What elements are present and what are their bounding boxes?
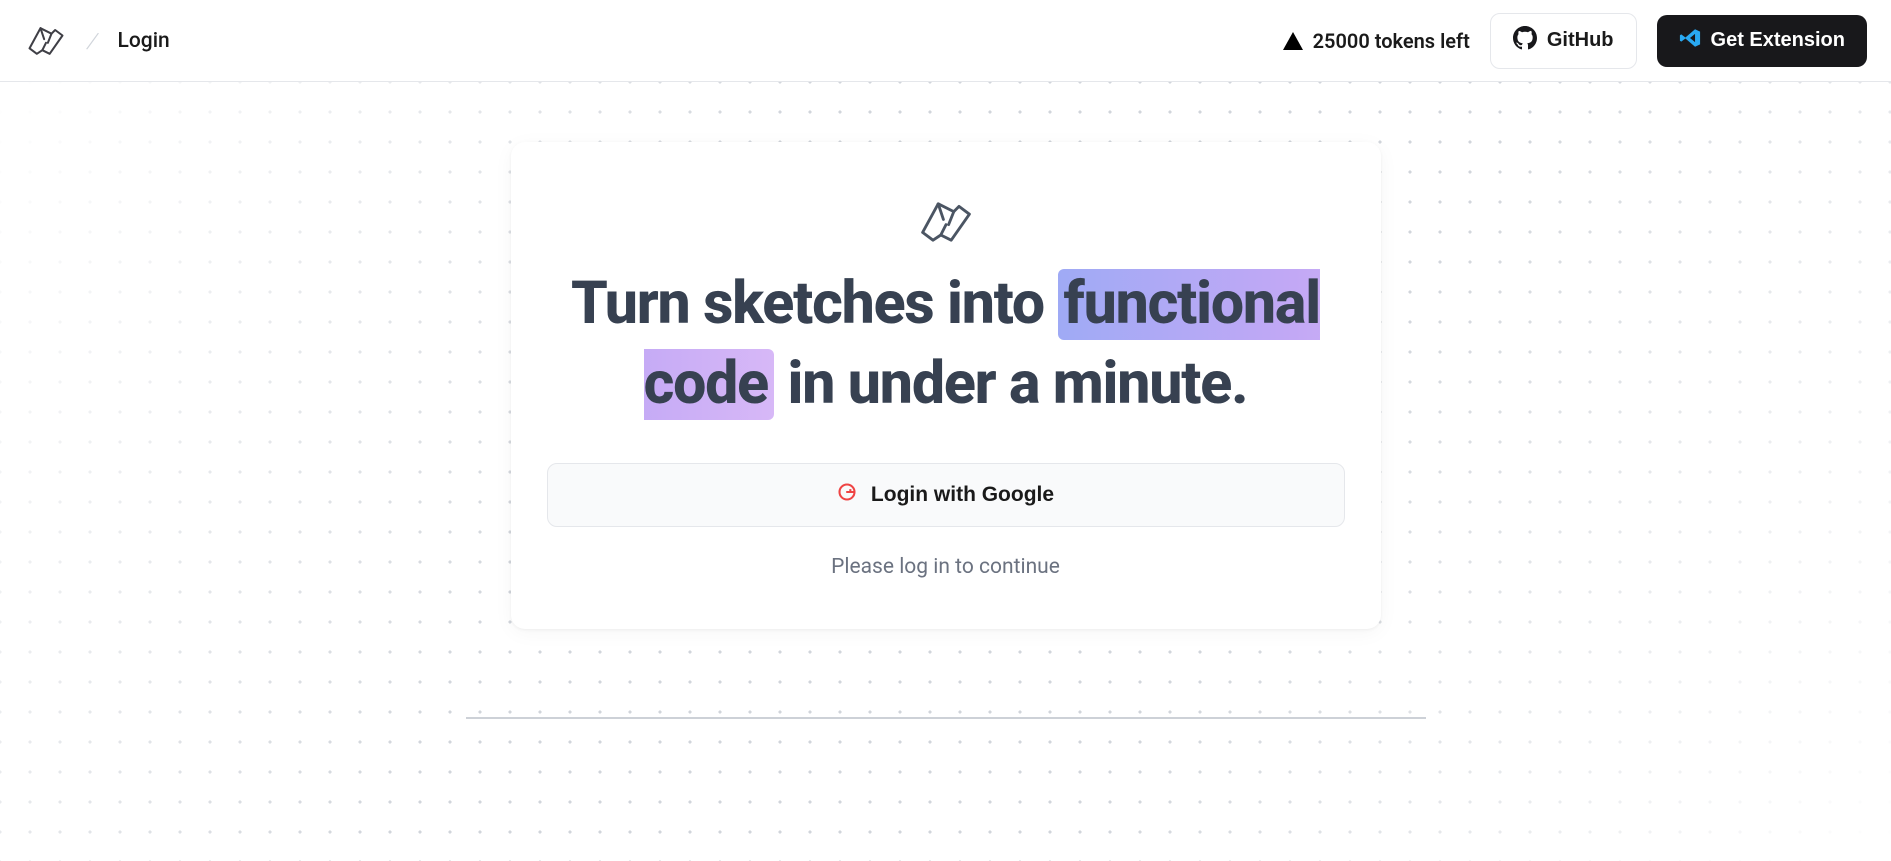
app-logo-icon[interactable] <box>24 19 68 63</box>
get-ext必 -button[interactable]: Get Extension <box>1657 15 1867 67</box>
vscode-icon <box>1679 27 1701 55</box>
headline-part1: Turn sketches into <box>571 269 1057 338</box>
google-icon <box>837 482 857 508</box>
vercel-icon <box>1283 32 1303 50</box>
github-icon <box>1513 26 1537 56</box>
headline: Turn sketches into functional code in un… <box>547 264 1345 423</box>
main-content: Turn sketches into functional code in un… <box>0 82 1891 861</box>
login-card: Turn sketches into functional code in un… <box>511 142 1381 629</box>
header-right: 25000 tokens left GitHub Get Extension <box>1283 13 1867 69</box>
tokens-counter: 25000 tokens left <box>1283 29 1470 53</box>
header-left: / Login <box>24 19 170 63</box>
google-login-label: Login with Google <box>871 483 1054 507</box>
card-logo-icon <box>547 196 1345 248</box>
tokens-text: 25000 tokens left <box>1313 29 1470 53</box>
extension-label: Get Extension <box>1711 29 1845 52</box>
headline-part2: in under a minute. <box>774 349 1247 418</box>
breadcrumb-current: Login <box>118 29 170 53</box>
github-label: GitHub <box>1547 29 1614 52</box>
github-button[interactable]: GitHub <box>1490 13 1637 69</box>
continue-text: Please log in to continue <box>547 555 1345 579</box>
login-google-button[interactable]: Login with Google <box>547 463 1345 527</box>
app-header: / Login 25000 tokens left GitHub <box>0 0 1891 82</box>
bottom-divider <box>466 717 1426 719</box>
breadcrumb-separator: / <box>85 26 101 56</box>
